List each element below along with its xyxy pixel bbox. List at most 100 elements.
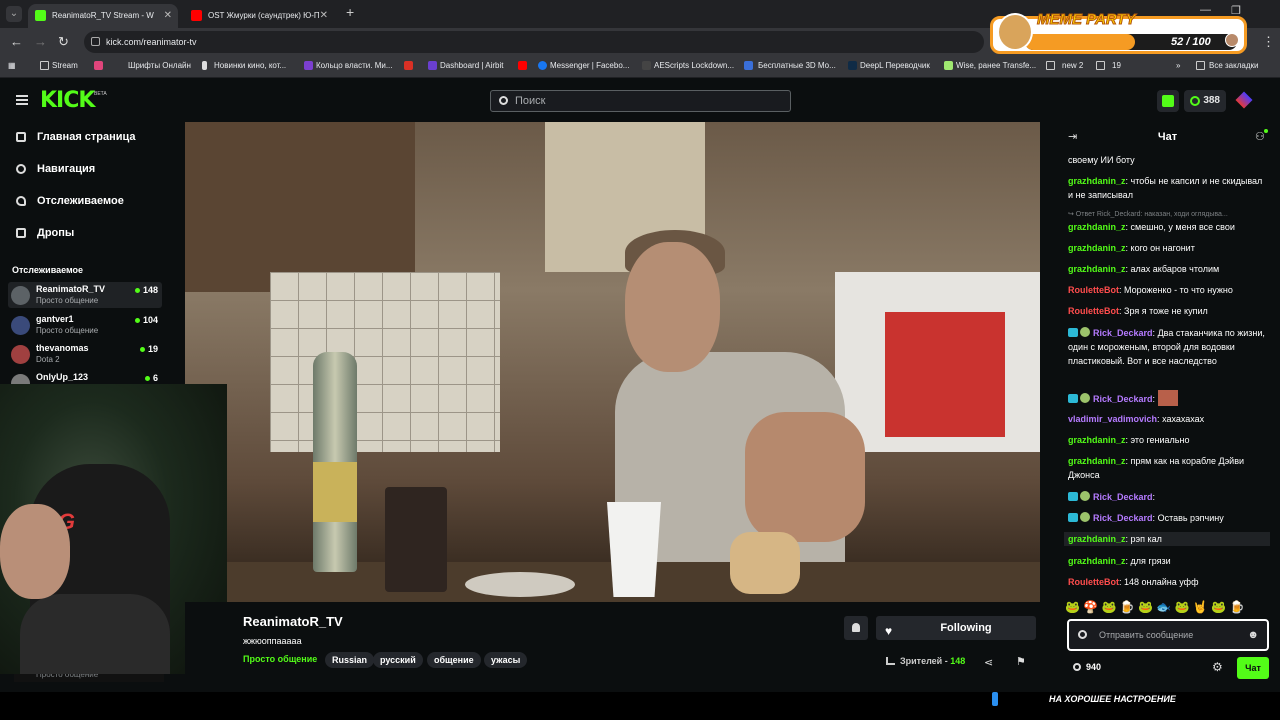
chat-username[interactable]: grazhdanin_z	[1068, 435, 1126, 445]
bookmark-aescripts[interactable]: AEScripts Lockdown...	[642, 61, 734, 70]
forward-icon[interactable]: →	[34, 34, 47, 49]
bookmark-fonts[interactable]: Шрифты Онлайн	[94, 61, 191, 70]
overlay-caption: НА ХОРОШЕЕ НАСТРОЕНИЕ	[1049, 694, 1176, 704]
emote-badge-icon	[1080, 393, 1090, 403]
chat-username[interactable]: Rick_Deckard	[1093, 513, 1153, 523]
report-flag-icon[interactable]: ⚑	[1016, 655, 1026, 668]
chat-users-icon[interactable]: ⚇	[1255, 129, 1268, 143]
chat-username[interactable]: Rick_Deckard	[1093, 394, 1153, 404]
menu-dots-icon[interactable]: ⋮	[1262, 34, 1275, 50]
chat-username[interactable]: RouletteBot	[1068, 577, 1119, 587]
kicks-balance-button[interactable]: 388	[1184, 90, 1226, 112]
more-bookmarks-button[interactable]: »	[1176, 61, 1180, 70]
bookmark-new2[interactable]: new 2	[1046, 61, 1083, 70]
folder-icon	[1096, 61, 1105, 70]
chat-message: vladimir_vadimovich: хахахахах	[1068, 412, 1268, 426]
bookmark-cinema[interactable]: Новинки кино, кот...	[202, 61, 286, 70]
kick-header: KICK BETA Поиск 388	[0, 78, 1280, 122]
profile-avatar-icon[interactable]	[1235, 91, 1253, 109]
back-icon[interactable]: ←	[10, 34, 23, 49]
chat-username[interactable]: grazhdanin_z	[1068, 264, 1126, 274]
stream-info: ReanimatoR_TV жжюоппааааа Просто общение…	[185, 602, 1040, 692]
emote-bar[interactable]: 🐸 🍄 🐸 🍺 🐸 🐟 🐸 🤘 🐸 🍺	[1065, 600, 1270, 618]
kick-logo[interactable]: KICK	[40, 88, 95, 113]
bookmark-messenger[interactable]: Messenger | Facebo...	[538, 61, 629, 70]
chat-username[interactable]: Rick_Deckard	[1093, 328, 1153, 338]
sidebar-item-browse[interactable]: Навигация	[16, 163, 95, 175]
bookmark-label: Шрифты Онлайн	[128, 61, 191, 70]
chat-text: алах акбаров чтолим	[1130, 264, 1220, 274]
followed-channel-thevanomas[interactable]: thevanomas Dota 2 19	[8, 341, 162, 367]
close-tab-icon[interactable]: ✕	[320, 4, 328, 28]
chat-message: grazhdanin_z: чтобы не капсил и не скиды…	[1068, 174, 1268, 202]
tab-title: OST Жмурки (саундтрек) Ю-П	[208, 11, 320, 20]
sidebar-item-following[interactable]: Отслеживаемое	[16, 195, 124, 207]
tag-obshchenie[interactable]: общение	[427, 652, 481, 668]
channel-category: Просто общение	[36, 296, 99, 305]
points-icon	[1073, 663, 1081, 671]
chat-username[interactable]: grazhdanin_z	[1068, 243, 1126, 253]
deepl-icon	[848, 61, 857, 70]
followed-channel-reanimator[interactable]: ReanimatoR_TV Просто общение 148	[8, 282, 162, 308]
overlay-accent-mark	[992, 692, 998, 706]
followed-channel-gantver1[interactable]: gantver1 Просто общение 104	[8, 312, 162, 338]
reload-icon[interactable]: ↻	[58, 34, 69, 50]
bookmark-3d[interactable]: Бесплатные 3D Мо...	[744, 61, 836, 70]
chat-username[interactable]: RouletteBot	[1068, 306, 1119, 316]
close-tab-icon[interactable]: ✕	[164, 4, 172, 28]
chat-username[interactable]: grazhdanin_z	[1068, 556, 1126, 566]
chat-text: ↪ Ответ Rick_Deckard: наказан, ходи огля…	[1068, 211, 1228, 218]
bookmark-19[interactable]: 19	[1096, 61, 1121, 70]
browser-tab-kick[interactable]: ReanimatoR_TV Stream - W ✕	[28, 4, 178, 28]
browser-tab-youtube[interactable]: OST Жмурки (саундтрек) Ю-П ✕	[184, 4, 334, 28]
subscriber-badge-icon	[1068, 513, 1078, 522]
stream-category-link[interactable]: Просто общение	[243, 654, 317, 664]
video-player[interactable]	[185, 122, 1040, 602]
bookmark-airbit[interactable]: Dashboard | Airbit	[428, 61, 503, 70]
apps-icon[interactable]: ▦	[8, 61, 16, 70]
site-info-icon[interactable]	[91, 37, 100, 46]
tag-russian[interactable]: Russian	[325, 652, 375, 668]
channel-viewers: 19	[139, 344, 158, 354]
tag-uzhasy[interactable]: ужасы	[484, 652, 528, 668]
video-frame	[625, 242, 720, 372]
chat-username[interactable]: grazhdanin_z	[1068, 534, 1126, 544]
new-tab-button[interactable]: +	[346, 4, 354, 20]
bookmark-label: Все закладки	[1209, 61, 1259, 70]
chat-username[interactable]: Rick_Deckard	[1093, 492, 1153, 502]
chat-settings-icon[interactable]	[1078, 630, 1087, 639]
bookmark-stream[interactable]: Stream	[40, 61, 78, 70]
tab-search-icon[interactable]: ⌄	[6, 6, 22, 22]
chat-message-input[interactable]: Отправить сообщение ☻	[1067, 619, 1269, 651]
viewer-count: Зрителей - 148	[886, 656, 965, 666]
chat-username[interactable]: grazhdanin_z	[1068, 176, 1126, 186]
minimize-icon[interactable]: —	[1200, 4, 1211, 16]
following-button[interactable]: ♥ Following	[876, 616, 1036, 640]
bookmark-wise[interactable]: Wise, ранее Transfe...	[944, 61, 1036, 70]
gear-icon[interactable]: ⚙	[1212, 660, 1223, 674]
bookmark-deepl[interactable]: DeepL Переводчик	[848, 61, 930, 70]
channel-name: gantver1	[36, 314, 74, 324]
chat-username[interactable]: RouletteBot	[1068, 285, 1119, 295]
menu-icon[interactable]	[16, 95, 28, 105]
streamer-name[interactable]: ReanimatoR_TV	[243, 614, 343, 629]
sidebar-item-drops[interactable]: Дропы	[16, 227, 74, 239]
sidebar-item-home[interactable]: Главная страница	[16, 131, 136, 143]
emoji-icon[interactable]: ☻	[1247, 621, 1259, 649]
chat-send-button[interactable]: Чат	[1237, 657, 1269, 679]
chat-username[interactable]: grazhdanin_z	[1068, 222, 1126, 232]
notifications-bell-button[interactable]	[844, 616, 868, 640]
points-count: 940	[1086, 662, 1102, 672]
share-icon[interactable]: ⋖	[984, 656, 993, 669]
subscriber-badge-icon	[1068, 328, 1078, 337]
chat-username[interactable]: grazhdanin_z	[1068, 456, 1126, 466]
kick-rewards-icon[interactable]	[1157, 90, 1179, 112]
bookmark-ring[interactable]: Кольцо власти. Ми...	[304, 61, 393, 70]
url-input[interactable]: kick.com/reanimator-tv	[84, 31, 984, 53]
search-input[interactable]: Поиск	[490, 90, 791, 112]
youtube-icon	[518, 61, 527, 70]
tag-russkiy[interactable]: русский	[373, 652, 423, 668]
chat-username[interactable]: vladimir_vadimovich	[1068, 414, 1157, 424]
bookmark-all[interactable]: Все закладки	[1196, 61, 1258, 70]
channel-points[interactable]: 940	[1073, 662, 1101, 672]
